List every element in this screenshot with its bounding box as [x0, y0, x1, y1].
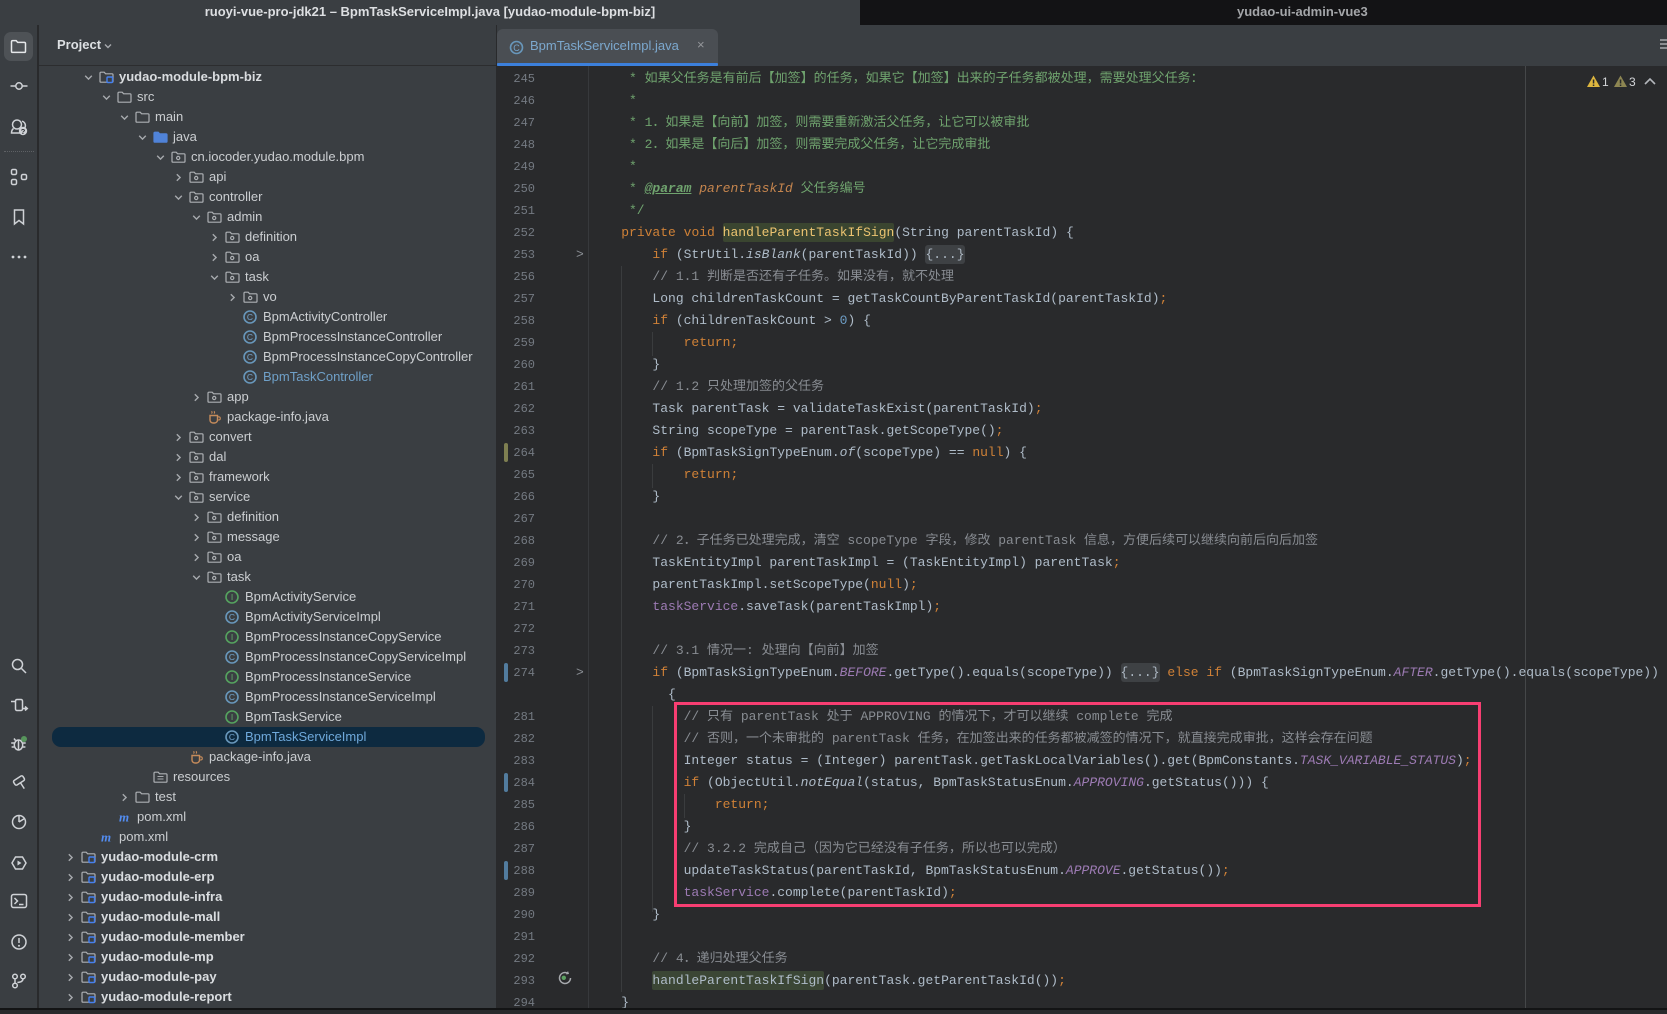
svg-text:C: C: [247, 312, 253, 322]
svg-text:I: I: [231, 672, 233, 682]
svg-text:C: C: [247, 332, 253, 342]
svg-text:m: m: [119, 810, 129, 825]
svg-text:m: m: [101, 830, 111, 845]
svg-text:C: C: [247, 372, 253, 382]
svg-text:I: I: [231, 592, 233, 602]
svg-text:C: C: [229, 732, 235, 742]
svg-text:I: I: [231, 712, 233, 722]
svg-text:I: I: [231, 632, 233, 642]
svg-text:C: C: [513, 43, 520, 53]
svg-text:C: C: [229, 652, 235, 662]
svg-text:C: C: [229, 612, 235, 622]
svg-text:?: ?: [21, 127, 26, 136]
svg-text:C: C: [229, 692, 235, 702]
svg-text:C: C: [247, 352, 253, 362]
